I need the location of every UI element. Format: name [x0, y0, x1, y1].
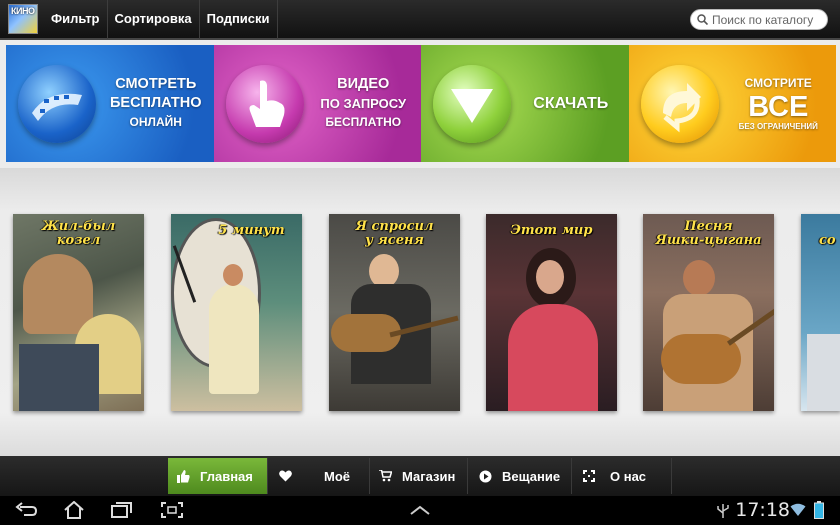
poster-title: Я спросил у ясеня [355, 219, 434, 248]
poster-title: Песня Яшки-цыгана [655, 219, 762, 248]
heart-icon [278, 469, 292, 483]
poster-title: Этот мир [510, 223, 593, 238]
movie-poster[interactable]: Я спросил у ясеня [329, 214, 460, 411]
banner-download[interactable]: СКАЧАТЬ [421, 45, 629, 162]
movie-poster[interactable]: со [801, 214, 840, 411]
tab-label: Вещание [502, 468, 561, 484]
app-logo[interactable]: КИНО [8, 4, 38, 34]
search-box[interactable] [690, 9, 828, 30]
tab-home[interactable]: Главная [168, 458, 268, 494]
thumbs-up-icon [176, 469, 190, 483]
home-icon[interactable] [62, 501, 86, 519]
download-arrow-icon [433, 65, 511, 143]
banner-line: ОНЛАЙН [129, 115, 182, 129]
banner-line: БЕЗ ОГРАНИЧЕНИЙ [738, 122, 818, 131]
menu-sort[interactable]: Сортировка [108, 0, 200, 39]
tab-label: Магазин [402, 468, 456, 484]
clock: 17:18 [735, 499, 790, 521]
banner-line: БЕСПЛАТНО [109, 95, 202, 111]
refresh-arrows-icon [640, 65, 719, 143]
movie-poster[interactable]: Этот мир [486, 214, 617, 411]
poster-title: со [819, 233, 836, 248]
search-icon [697, 14, 708, 25]
screenshot-icon[interactable] [160, 501, 184, 519]
movie-poster[interactable]: 5 минут [171, 214, 302, 411]
poster-title: 5 минут [218, 223, 285, 238]
tab-label: Главная [200, 468, 253, 484]
app-logo-text: КИНО [11, 6, 35, 16]
recent-apps-icon[interactable] [110, 501, 134, 519]
banner-line: ВСЕ [748, 91, 809, 123]
info-icon [582, 469, 596, 483]
banner-line: СКАЧАТЬ [533, 95, 609, 112]
battery-icon [814, 501, 824, 519]
action-bar: КИНО Фильтр Сортировка Подписки [0, 0, 840, 40]
tab-label: Моё [324, 468, 350, 484]
banner-video-on-demand[interactable]: ВИДЕО ПО ЗАПРОСУ БЕСПЛАТНО [213, 45, 421, 162]
banner-watch-all[interactable]: СМОТРИТЕ ВСЕ БЕЗ ОГРАНИЧЕНИЙ [628, 45, 836, 162]
tab-about[interactable]: О нас [572, 458, 672, 494]
film-reel-icon [18, 65, 96, 143]
banner-line: ПО ЗАПРОСУ [320, 96, 407, 111]
banner-line: СМОТРЕТЬ [115, 76, 197, 92]
pointing-hand-icon [225, 65, 304, 143]
bottom-tab-bar: Главная Моё Магазин Вещание О нас [0, 456, 840, 496]
promo-banner: СМОТРЕТЬ БЕСПЛАТНО ОНЛАЙН ВИДЕО ПО ЗАПРО… [6, 45, 836, 162]
tab-store[interactable]: Магазин [370, 458, 468, 494]
menu-filter[interactable]: Фильтр [44, 0, 108, 39]
chevron-up-icon[interactable] [408, 504, 432, 516]
cart-icon [378, 469, 392, 483]
tab-broadcast[interactable]: Вещание [468, 458, 572, 494]
banner-watch-free[interactable]: СМОТРЕТЬ БЕСПЛАТНО ОНЛАЙН [6, 45, 214, 162]
tab-mine[interactable]: Моё [268, 458, 370, 494]
banner-line: БЕСПЛАТНО [325, 115, 402, 129]
menu-subscriptions[interactable]: Подписки [200, 0, 278, 39]
tab-label: О нас [610, 468, 647, 484]
movie-poster[interactable]: Жил-был козел [13, 214, 144, 411]
play-icon [478, 469, 492, 483]
poster-title: Жил-был козел [41, 219, 116, 248]
movie-poster[interactable]: Песня Яшки-цыгана [643, 214, 774, 411]
system-bar: 17:18 [0, 496, 840, 525]
back-icon[interactable] [14, 501, 38, 519]
usb-icon [717, 504, 729, 518]
wifi-icon [790, 503, 806, 516]
search-input[interactable] [712, 12, 824, 27]
banner-line: ВИДЕО [337, 76, 390, 92]
movie-carousel[interactable]: Жил-был козел 5 минут Я спросил у ясеня … [0, 168, 840, 456]
